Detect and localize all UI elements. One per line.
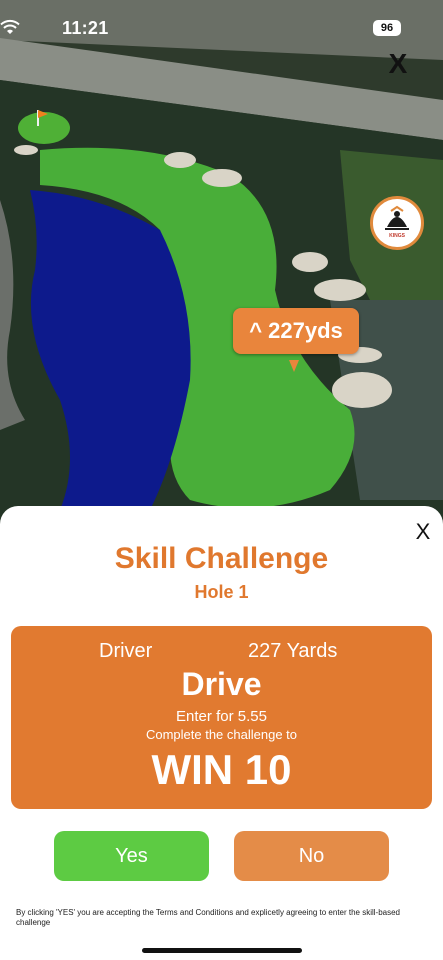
yardage-label: 227 Yards [248,640,338,662]
hole-label: Hole 1 [194,582,249,602]
distance-marker[interactable]: ^ 227yds [233,308,359,354]
wifi-icon [0,19,20,34]
badge-text: KINGS [389,233,405,239]
home-indicator[interactable] [142,948,302,953]
status-time: 11:21 [62,18,109,38]
course-logo-icon[interactable]: KINGS [370,196,424,250]
complete-text: Complete the challenge to [145,727,298,742]
close-icon[interactable]: X [384,50,412,78]
terms-disclaimer: By clicking 'YES' you are accepting the … [16,908,401,927]
club-label: Driver [99,640,153,662]
close-icon[interactable]: X [412,520,434,544]
challenge-sheet: X Skill Challenge Hole 1 Driver 227 Yard… [0,506,443,960]
entry-fee: Enter for 5.55 [176,708,267,725]
distance-pin [289,360,299,372]
sheet-title: Skill Challenge [114,542,329,575]
yes-button[interactable]: Yes [54,831,209,881]
course-map-image [0,0,443,530]
no-button[interactable]: No [234,831,389,881]
prize-amount: WIN 10 [151,746,292,793]
status-bar: 11:21 96 [0,18,443,42]
battery-icon: 96 [373,20,401,36]
shot-type: Drive [181,666,262,702]
challenge-card: Driver 227 Yards Drive Enter for 5.55 Co… [11,626,432,809]
course-map[interactable]: 11:21 96 X KINGS ^ 227yds [0,0,443,530]
